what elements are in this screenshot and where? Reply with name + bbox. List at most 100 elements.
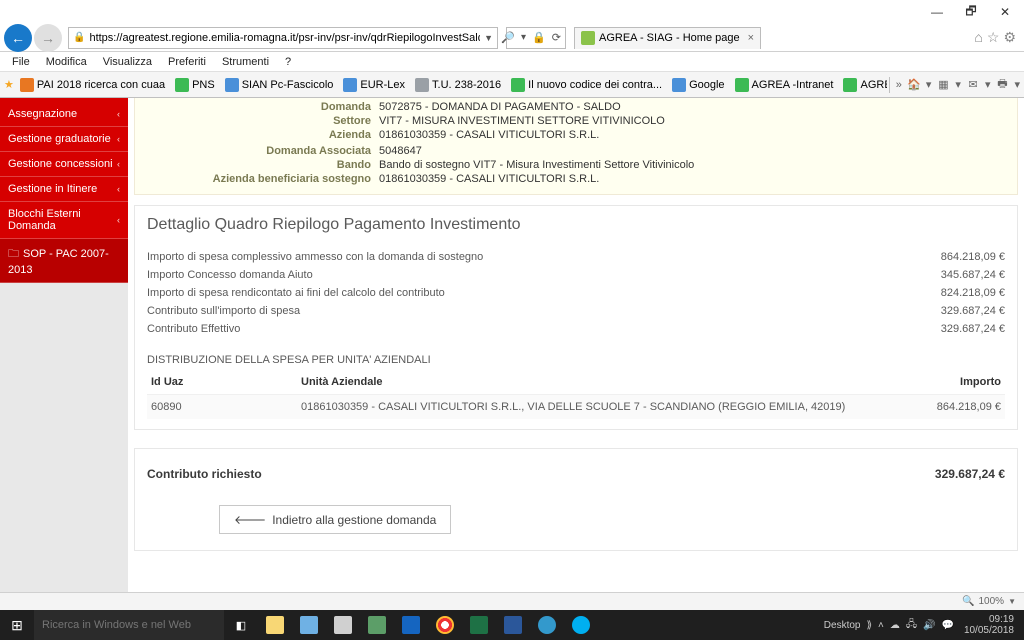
col-iduaz: Id Uaz xyxy=(147,370,297,395)
bookmark-icon xyxy=(511,78,525,92)
address-input[interactable] xyxy=(89,32,480,44)
chevron-left-icon: ‹ xyxy=(117,109,120,119)
zoom-level[interactable]: 100% xyxy=(979,596,1005,607)
summary-value: 329.687,24 € xyxy=(941,323,1005,335)
panel-richiesto: Contributo richiesto 329.687,24 € 🡐 Indi… xyxy=(134,448,1018,551)
bookmark-item[interactable]: PAI 2018 ricerca con cuaa xyxy=(16,76,169,94)
summary-label: Importo Concesso domanda Aiuto xyxy=(147,269,313,281)
refresh-icon[interactable]: ⟳ xyxy=(552,31,561,44)
bookmark-item[interactable]: PNS xyxy=(171,76,219,94)
bookmark-label: SIAN Pc-Fascicolo xyxy=(242,79,334,91)
tray-desktop-label: Desktop xyxy=(824,620,861,631)
bookmark-item[interactable]: SIAN Pc-Fascicolo xyxy=(221,76,338,94)
bookmark-item[interactable]: EUR-Lex xyxy=(339,76,409,94)
bookmark-icon xyxy=(415,78,429,92)
task-word[interactable] xyxy=(496,610,530,640)
home-icon[interactable]: ⌂ xyxy=(974,29,982,46)
bookmark-icon xyxy=(20,78,34,92)
task-excel[interactable] xyxy=(462,610,496,640)
browser-search-box[interactable]: 🔎 ▾ 🔒 ⟳ xyxy=(506,27,566,49)
summary-row: Contributo Effettivo329.687,24 € xyxy=(147,320,1005,338)
task-view-button[interactable]: ◧ xyxy=(224,610,258,640)
col-ua: Unità Aziendale xyxy=(297,370,885,395)
tab-close-button[interactable]: × xyxy=(748,32,754,44)
window-close-button[interactable]: ✕ xyxy=(988,1,1022,23)
bookmark-item[interactable]: AGREA xyxy=(839,76,886,94)
bookmark-item[interactable]: AGREA -Intranet xyxy=(731,76,838,94)
summary-row: Importo di spesa rendicontato ai fini de… xyxy=(147,284,1005,302)
menu-tools[interactable]: Strumenti xyxy=(216,54,275,70)
favorites-icon[interactable]: ☆ xyxy=(987,29,1000,46)
sidebar-item[interactable]: Gestione graduatorie‹ xyxy=(0,127,128,152)
distribution-title: DISTRIBUZIONE DELLA SPESA PER UNITA' AZI… xyxy=(147,354,1005,366)
task-ie[interactable] xyxy=(530,610,564,640)
bookmark-item[interactable]: Il nuovo codice dei contra... xyxy=(507,76,666,94)
lock-icon: 🔒 xyxy=(73,32,85,43)
address-bar[interactable]: 🔒 ▼ xyxy=(68,27,498,49)
back-button[interactable]: 🡐 Indietro alla gestione domanda xyxy=(219,505,451,534)
sidebar-item[interactable]: Assegnazione‹ xyxy=(0,102,128,127)
start-button[interactable]: ⊞ xyxy=(0,617,34,634)
bookmark-label: Il nuovo codice dei contra... xyxy=(528,79,662,91)
task-explorer[interactable] xyxy=(258,610,292,640)
feeds-icon[interactable]: ▦ xyxy=(935,77,951,93)
favorites-star-icon[interactable]: ★ xyxy=(4,78,14,91)
summary-row: Importo Concesso domanda Aiuto345.687,24… xyxy=(147,266,1005,284)
print-icon[interactable]: 🖶 xyxy=(994,77,1010,93)
system-tray[interactable]: Desktop ⟫ ˄ ☁ 🖧 🔊 💬 09:19 10/05/2018 xyxy=(818,614,1024,636)
window-restore-button[interactable]: 🗗 xyxy=(954,1,988,23)
bookmark-label: PAI 2018 ricerca con cuaa xyxy=(37,79,165,91)
tray-cloud-icon[interactable]: ☁ xyxy=(890,620,900,631)
task-calc[interactable] xyxy=(326,610,360,640)
task-skype[interactable] xyxy=(564,610,598,640)
menu-edit[interactable]: Modifica xyxy=(40,54,93,70)
mail-icon[interactable]: ✉ xyxy=(965,77,981,93)
bookmark-item[interactable]: T.U. 238-2016 xyxy=(411,76,505,94)
window-titlebar: — 🗗 ✕ xyxy=(0,0,1024,24)
chevron-left-icon: ‹ xyxy=(117,159,120,169)
summary-row: Importo di spesa complessivo ammesso con… xyxy=(147,248,1005,266)
task-outlook[interactable] xyxy=(394,610,428,640)
search-hint: 🔎 xyxy=(501,31,515,44)
tools-icon[interactable]: ⚙ xyxy=(1003,29,1016,46)
task-store[interactable] xyxy=(292,610,326,640)
tray-network-icon[interactable]: 🖧 xyxy=(906,617,917,634)
sidebar-item-sop[interactable]: 🗀SOP - PAC 2007-2013 xyxy=(0,239,128,283)
summary-label: Contributo sull'importo di spesa xyxy=(147,305,300,317)
tray-clock[interactable]: 09:19 10/05/2018 xyxy=(960,614,1018,636)
bookmark-item[interactable]: Google xyxy=(668,76,728,94)
sidebar-item[interactable]: Gestione concessioni‹ xyxy=(0,152,128,177)
col-importo: Importo xyxy=(885,370,1005,395)
menu-favorites[interactable]: Preferiti xyxy=(162,54,212,70)
tray-volume-icon[interactable]: 🔊 xyxy=(923,620,935,631)
taskbar-search-input[interactable] xyxy=(42,619,216,631)
header-info: Domanda5072875 - DOMANDA DI PAGAMENTO - … xyxy=(134,98,1018,195)
header-label: Bando xyxy=(143,159,379,171)
sidebar-item[interactable]: Gestione in Itinere‹ xyxy=(0,177,128,202)
menu-help[interactable]: ? xyxy=(279,54,297,70)
zoom-icon[interactable]: 🔍 xyxy=(962,596,974,607)
bookmark-icon xyxy=(225,78,239,92)
distribution-table: Id Uaz Unità Aziendale Importo 608900186… xyxy=(147,370,1005,419)
nav-forward-button[interactable]: → xyxy=(34,24,62,52)
taskbar-search[interactable] xyxy=(34,610,224,640)
address-dropdown-icon[interactable]: ▼ xyxy=(484,33,493,43)
window-minimize-button[interactable]: — xyxy=(920,1,954,23)
bookmark-icon xyxy=(672,78,686,92)
summary-value: 329.687,24 € xyxy=(941,305,1005,317)
browser-statusbar: 🔍 100% ▼ xyxy=(0,592,1024,610)
tray-chevron-icon[interactable]: ˄ xyxy=(878,620,884,631)
tray-notifications-icon[interactable]: 💬 xyxy=(941,620,953,631)
chevron-left-icon: ‹ xyxy=(117,215,120,225)
header-value: 5048647 xyxy=(379,145,422,157)
menu-view[interactable]: Visualizza xyxy=(97,54,158,70)
sidebar-item[interactable]: Blocchi Esterni Domanda‹ xyxy=(0,202,128,239)
task-chrome[interactable] xyxy=(428,610,462,640)
nav-back-button[interactable]: ← xyxy=(4,24,32,52)
browser-tab[interactable]: AGREA - SIAG - Home page × xyxy=(574,27,761,49)
home2-icon[interactable]: 🏠 xyxy=(906,77,922,93)
task-snip[interactable] xyxy=(360,610,394,640)
tab-favicon xyxy=(581,31,595,45)
summary-row: Contributo sull'importo di spesa 329.687,… xyxy=(147,302,1005,320)
menu-file[interactable]: File xyxy=(6,54,36,70)
